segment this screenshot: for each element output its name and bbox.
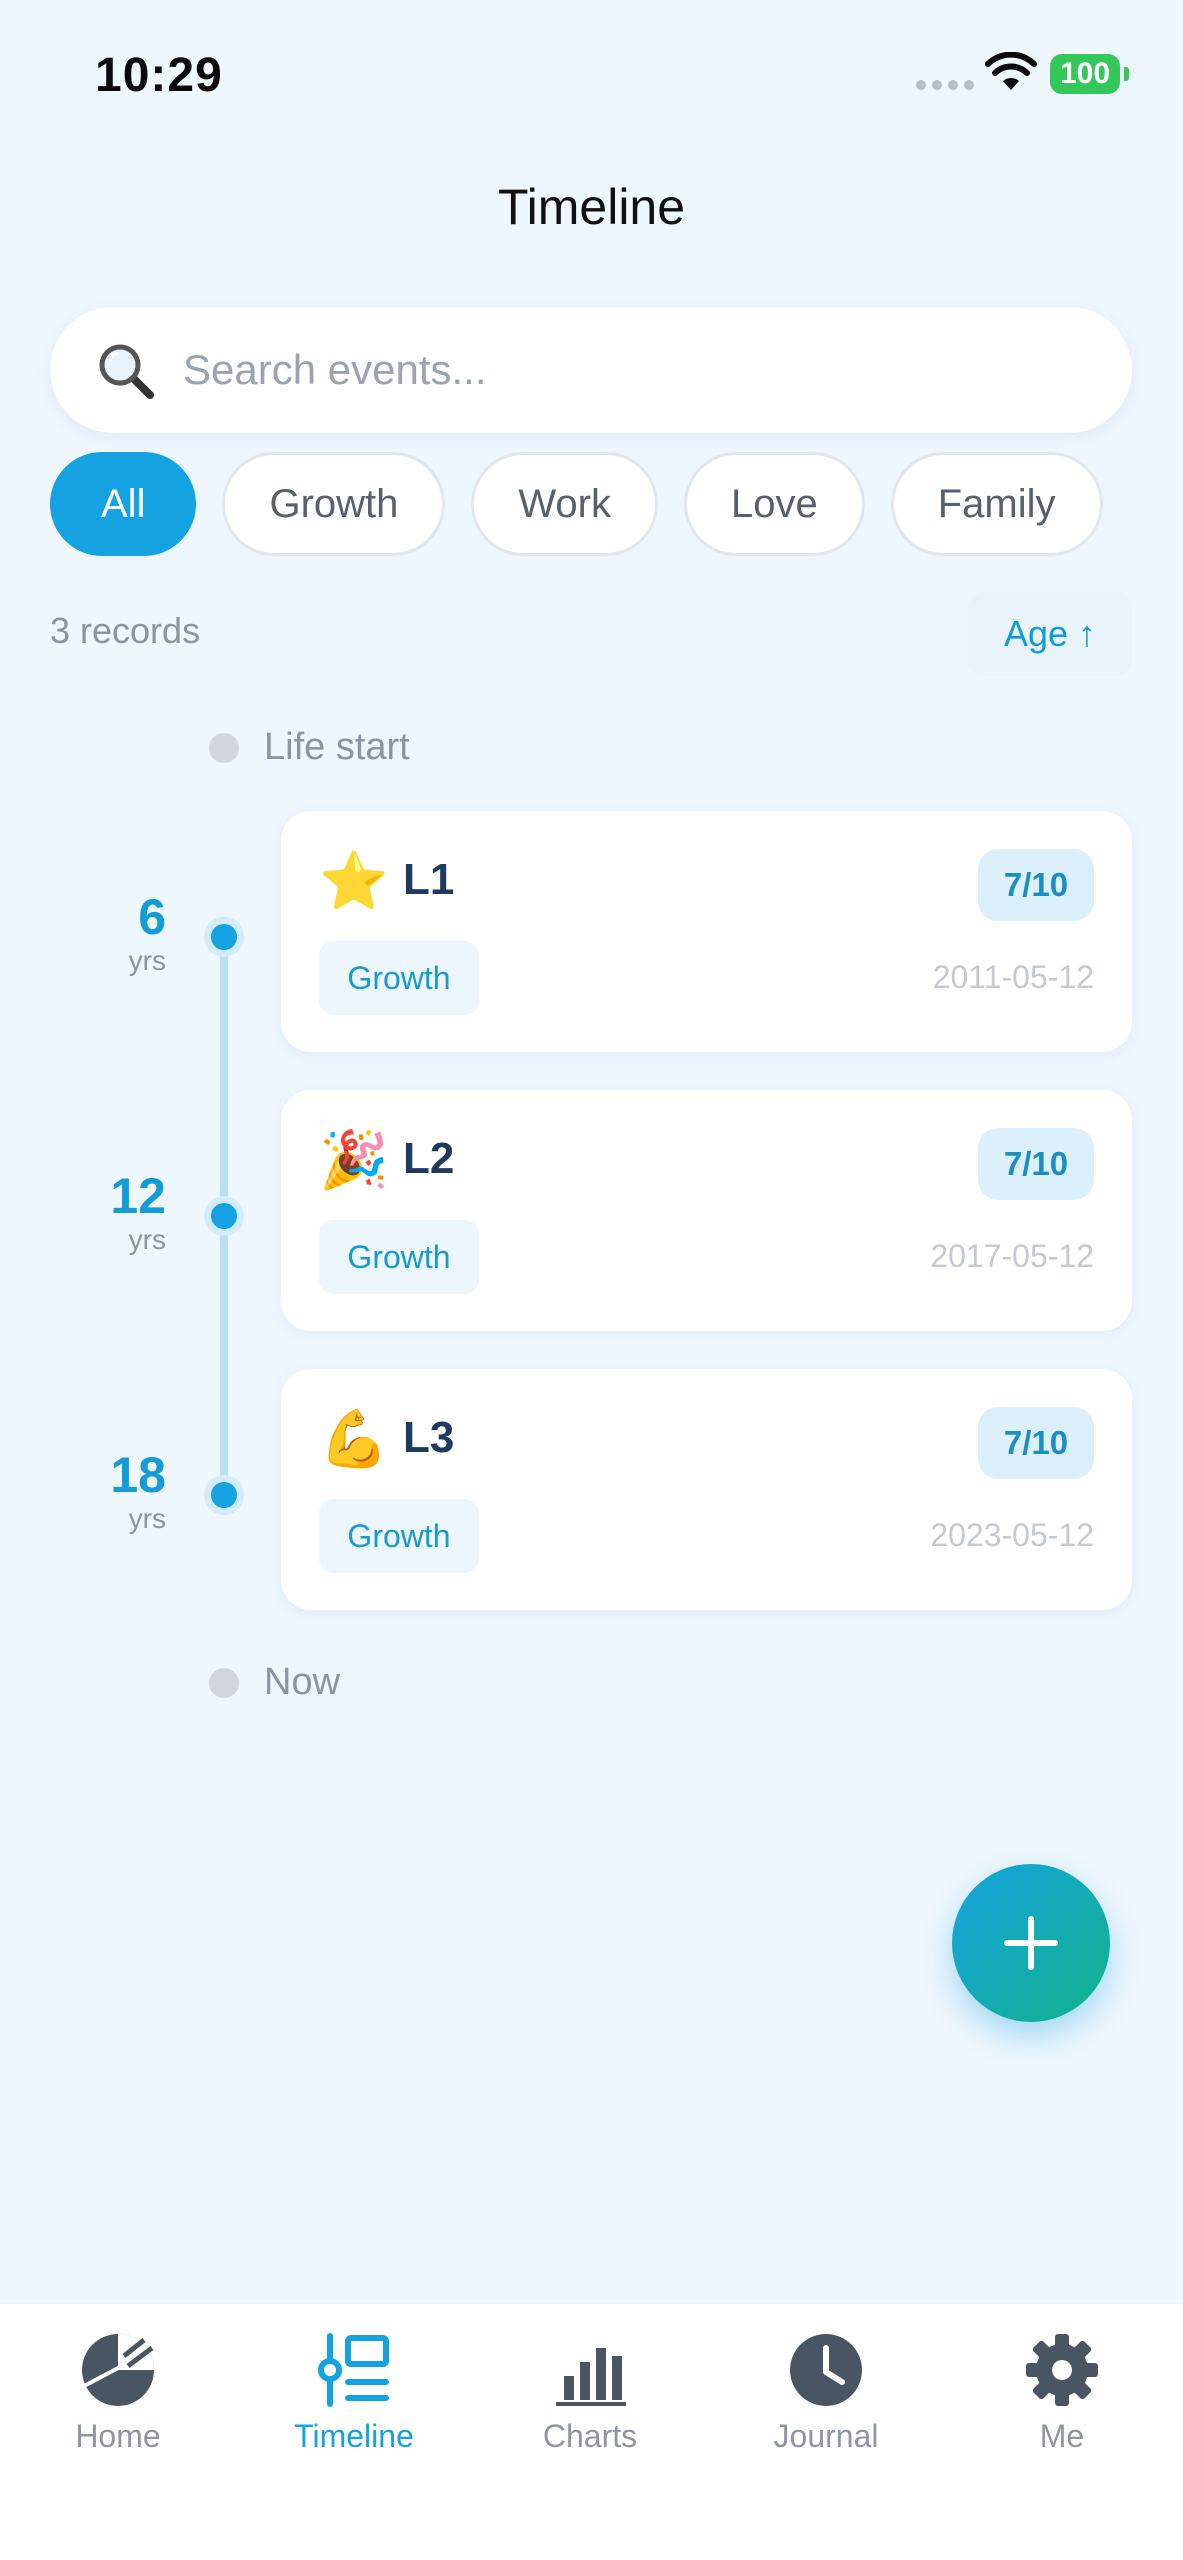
home-pie-icon <box>82 2334 154 2406</box>
plus-icon <box>1004 1916 1058 1970</box>
status-bar: 10:29 100 <box>0 0 1183 140</box>
now-label: Now <box>264 1661 341 1703</box>
life-start-label: Life start <box>264 726 410 768</box>
battery-indicator: 100 <box>1050 54 1129 94</box>
event-date: 2011-05-12 <box>932 959 1094 995</box>
event-date: 2017-05-12 <box>930 1238 1094 1274</box>
filter-chip-growth[interactable]: Growth <box>222 452 446 556</box>
sort-button[interactable]: Age ↑ <box>968 592 1132 676</box>
bottom-nav: Home Timeline Charts Journal Me <box>0 2303 1183 2560</box>
bar-chart-icon <box>556 2348 626 2406</box>
category-tag: Growth <box>319 941 479 1015</box>
nav-home[interactable]: Home <box>0 2322 236 2482</box>
event-card[interactable]: 🎉 L2 7/10 Growth 2017-05-12 <box>281 1090 1132 1331</box>
event-title: L2 <box>403 1134 455 1183</box>
search-icon <box>99 344 154 399</box>
search-input[interactable] <box>183 337 1063 403</box>
event-age-unit: yrs <box>128 945 166 976</box>
timeline-node <box>204 917 244 957</box>
add-event-button[interactable] <box>952 1864 1110 2022</box>
star-icon: ⭐ <box>319 849 389 912</box>
event-title: L1 <box>403 855 455 904</box>
cellular-signal-icon <box>916 80 974 90</box>
timeline-node <box>204 1475 244 1515</box>
wifi-icon <box>985 52 1037 90</box>
nav-charts-label: Charts <box>542 2418 638 2454</box>
filter-chip-work[interactable]: Work <box>471 452 658 556</box>
filter-chip-family[interactable]: Family <box>890 452 1103 556</box>
nav-timeline[interactable]: Timeline <box>236 2322 472 2482</box>
category-tag: Growth <box>319 1499 479 1573</box>
search-bar[interactable] <box>50 307 1132 433</box>
event-date: 2023-05-12 <box>930 1517 1094 1553</box>
event-age-unit: yrs <box>128 1503 166 1534</box>
filter-chip-love[interactable]: Love <box>684 452 865 556</box>
timeline-node <box>204 1196 244 1236</box>
clock-icon <box>790 2334 862 2406</box>
event-age: 18 <box>110 1447 166 1503</box>
nav-journal[interactable]: Journal <box>708 2322 944 2482</box>
event-age: 6 <box>138 889 166 945</box>
event-age-unit: yrs <box>128 1224 166 1255</box>
filter-chip-all[interactable]: All <box>50 452 197 556</box>
page-title: Timeline <box>497 179 686 235</box>
life-start-dot <box>209 733 239 763</box>
status-time: 10:29 <box>95 49 223 102</box>
score-badge: 7/10 <box>978 1128 1094 1200</box>
nav-timeline-label: Timeline <box>294 2418 414 2454</box>
event-card[interactable]: 💪 L3 7/10 Growth 2023-05-12 <box>281 1369 1132 1610</box>
event-card[interactable]: ⭐ L1 7/10 Growth 2011-05-12 <box>281 811 1132 1052</box>
party-popper-icon: 🎉 <box>319 1128 389 1191</box>
event-age: 12 <box>110 1168 166 1224</box>
timeline-icon <box>318 2333 389 2407</box>
score-badge: 7/10 <box>978 1407 1094 1479</box>
nav-home-label: Home <box>75 2418 161 2454</box>
category-tag: Growth <box>319 1220 479 1294</box>
nav-journal-label: Journal <box>773 2418 879 2454</box>
nav-charts[interactable]: Charts <box>472 2322 708 2482</box>
event-title: L3 <box>403 1413 455 1462</box>
flexed-biceps-icon: 💪 <box>319 1407 389 1470</box>
filter-chips: All Growth Work Love Family <box>50 452 1103 556</box>
score-badge: 7/10 <box>978 849 1094 921</box>
nav-me-label: Me <box>1039 2418 1085 2454</box>
records-count: 3 records <box>50 610 201 651</box>
gear-icon <box>1026 2334 1098 2406</box>
now-dot <box>209 1668 239 1698</box>
nav-me[interactable]: Me <box>944 2322 1180 2482</box>
